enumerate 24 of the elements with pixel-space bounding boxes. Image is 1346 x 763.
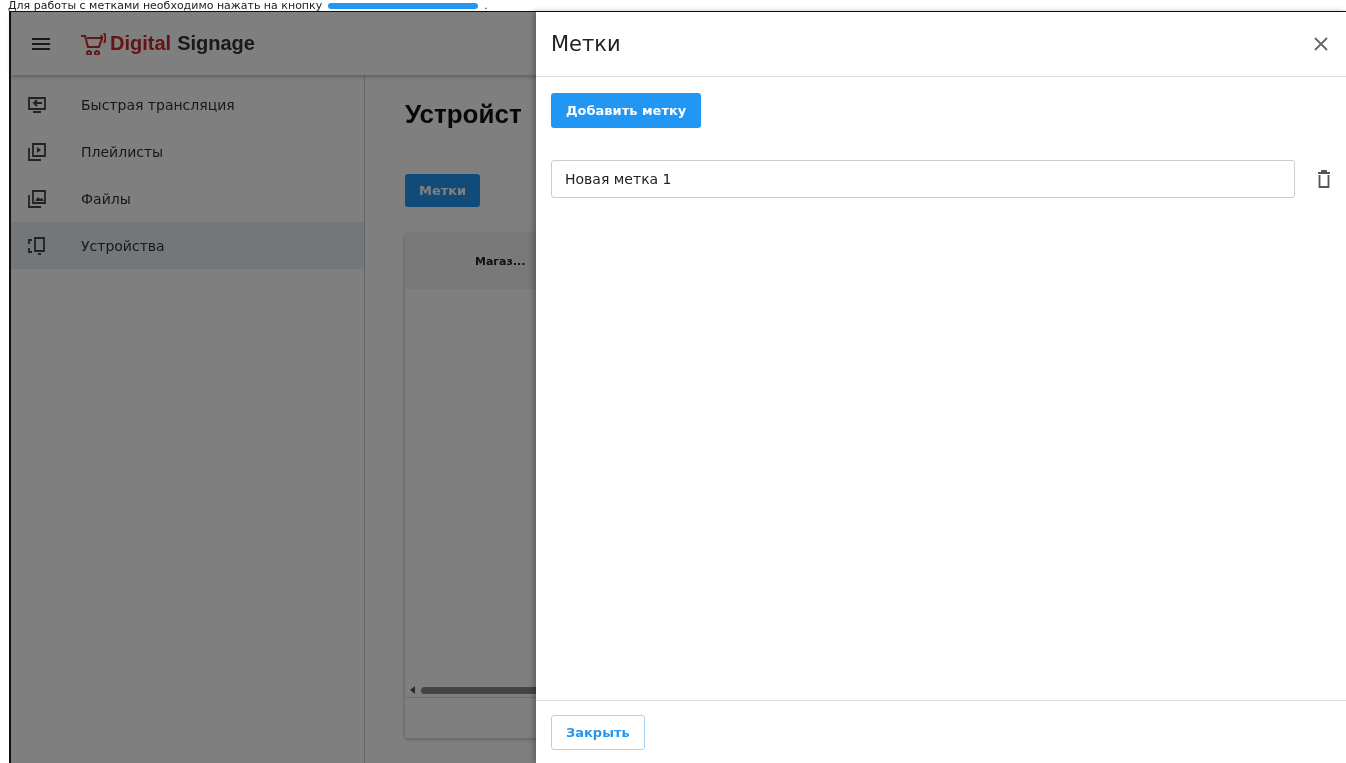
image-stack-icon <box>27 188 47 209</box>
sidebar-item[interactable]: Файлы <box>11 175 364 222</box>
logo-text: Digital <box>110 32 172 55</box>
column-header[interactable]: Магаз... <box>475 255 526 268</box>
menu-icon[interactable] <box>32 37 50 50</box>
close-button[interactable]: Закрыть <box>551 714 645 750</box>
sidebar-item[interactable]: Устройства <box>11 222 364 269</box>
logo-text: Signage <box>177 32 255 55</box>
scroll-left-icon[interactable] <box>410 686 415 694</box>
tag-name-field[interactable]: Новая метка 1 <box>551 160 1295 198</box>
period-text: . <box>484 0 488 11</box>
monitor-icon <box>27 94 47 115</box>
close-icon[interactable] <box>1314 37 1328 51</box>
sidebar-item[interactable]: Плейлисты <box>11 128 364 175</box>
drawer-title: Метки <box>551 32 621 56</box>
instruction-text: Для работы с метками необходимо нажать на кнопку <box>8 0 323 11</box>
devices-icon <box>27 235 47 256</box>
cart-icon <box>80 32 106 55</box>
add-tag-button[interactable]: Добавить метку <box>551 93 702 128</box>
sidebar-item[interactable]: Быстрая трансляция <box>11 81 364 128</box>
tags-button[interactable]: Метки <box>405 174 481 207</box>
play-stack-icon <box>27 141 47 162</box>
delete-icon[interactable] <box>1317 170 1331 188</box>
page-title: Устройст <box>405 99 522 130</box>
